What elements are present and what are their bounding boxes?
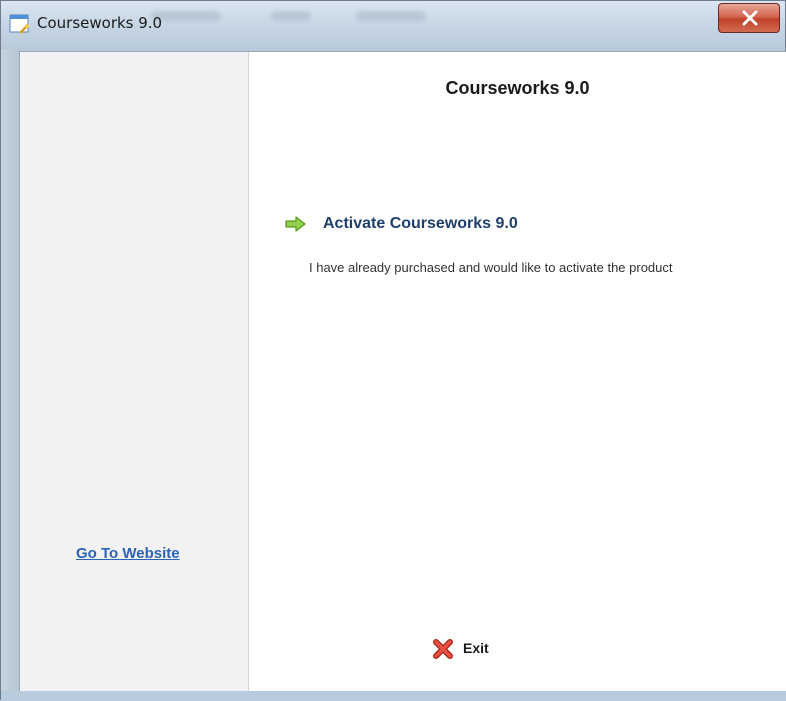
- client-area: Go To Website Courseworks 9.0 Activate C…: [19, 51, 786, 692]
- close-button[interactable]: [718, 3, 780, 33]
- page-title: Courseworks 9.0: [445, 78, 590, 98]
- red-x-icon: [433, 639, 453, 659]
- app-icon: [9, 13, 31, 35]
- activate-label[interactable]: Activate Courseworks 9.0: [323, 215, 518, 233]
- app-window: Courseworks 9.0 Go To Website Coursework…: [0, 0, 786, 701]
- sidebar: Go To Website: [20, 52, 249, 692]
- close-icon: [742, 10, 758, 26]
- exit-label[interactable]: Exit: [463, 640, 489, 656]
- background-blur: [271, 11, 311, 21]
- green-arrow-right-icon: [285, 216, 306, 232]
- background-blur: [356, 11, 426, 21]
- window-title: Courseworks 9.0: [37, 14, 163, 32]
- activate-description: I have already purchased and would like …: [309, 260, 673, 275]
- go-to-website-link[interactable]: Go To Website: [76, 545, 180, 562]
- title-bar[interactable]: Courseworks 9.0: [1, 1, 785, 49]
- window-frame-left: [1, 49, 19, 701]
